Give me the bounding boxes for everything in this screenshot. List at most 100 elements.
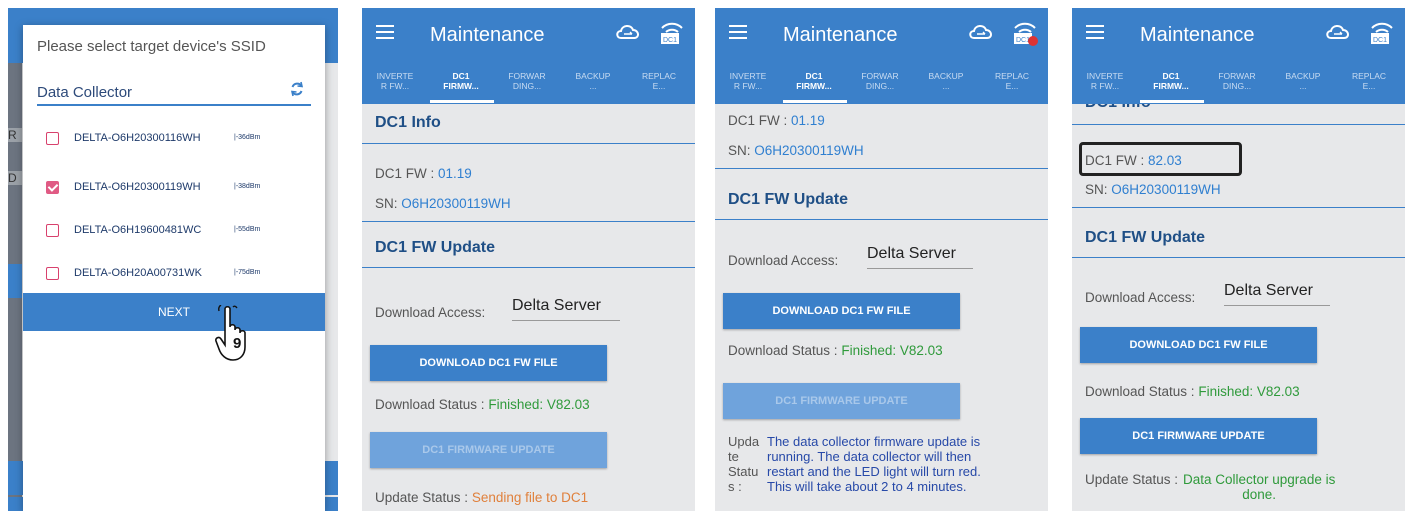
dc1-wifi-error-icon[interactable]: DC1 [1012, 18, 1038, 46]
sn-row: SN: O6H20300119WH [1085, 182, 1221, 197]
tab-dc1-firmware[interactable]: DC1 FIRMW... [1138, 71, 1204, 91]
app-title: Maintenance [783, 24, 898, 46]
tab-dc1-firmware[interactable]: DC1 FIRMW... [428, 71, 494, 91]
cloud-sync-icon[interactable] [1325, 22, 1351, 42]
download-status-label: Download Status : [375, 397, 485, 412]
sn-value: O6H20300119WH [1111, 182, 1221, 197]
ssid-signal: |-75dBm [234, 269, 261, 276]
svg-text:DC1: DC1 [663, 37, 677, 44]
ssid-checkbox[interactable] [46, 132, 59, 145]
menu-icon[interactable] [376, 25, 394, 39]
tab-forwarding[interactable]: FORWAR DING... [1204, 71, 1270, 91]
hand-pointer-icon: 9 [215, 304, 261, 363]
sn-label: SN: [1085, 182, 1108, 197]
active-tab-indicator [1140, 100, 1204, 103]
fw-label: DC1 FW : [375, 166, 435, 181]
fw-label: DC1 FW : [728, 113, 788, 128]
update-status-label: Update Status : [1085, 472, 1179, 487]
update-status-message: The data collector firmware update is ru… [767, 434, 981, 494]
bg-letter: R [8, 128, 22, 142]
tab-backup[interactable]: BACKUP ... [913, 71, 979, 91]
active-tab-indicator [783, 100, 847, 103]
ssid-checkbox[interactable] [46, 181, 59, 194]
active-tab-indicator [430, 100, 494, 103]
update-status-label: Update Status : [375, 490, 469, 505]
tab-inverter-fw[interactable]: INVERTE R FW... [715, 71, 781, 91]
ssid-signal: |-55dBm [234, 226, 261, 233]
download-access-label: Download Access: [1085, 290, 1196, 305]
divider [362, 221, 695, 222]
sn-label: SN: [728, 143, 751, 158]
ssid-filter-input[interactable]: Data Collector [37, 84, 311, 106]
update-status-value: Sending file to DC1 [471, 490, 589, 505]
tab-replace[interactable]: REPLAC E... [1336, 71, 1402, 91]
ssid-checkbox[interactable] [46, 224, 59, 237]
tab-inverter-fw[interactable]: INVERTE R FW... [1072, 71, 1138, 91]
tab-inverter-fw[interactable]: INVERTE R FW... [362, 71, 428, 91]
download-fw-button[interactable]: DOWNLOAD DC1 FW FILE [1080, 327, 1317, 363]
ssid-select-screen: R D Please select target device's SSID D… [8, 8, 338, 511]
fw-value: 01.19 [438, 166, 472, 181]
menu-icon[interactable] [729, 25, 747, 39]
cloud-sync-icon[interactable] [615, 22, 641, 42]
app-bar: Maintenance DC1 [362, 8, 695, 63]
tab-backup[interactable]: BACKUP ... [560, 71, 626, 91]
tab-forwarding[interactable]: FORWAR DING... [847, 71, 913, 91]
update-title: DC1 FW Update [1085, 229, 1205, 246]
download-access-select[interactable]: Delta Server [512, 297, 620, 321]
ssid-name: DELTA-O6H20300116WH [74, 132, 201, 144]
firmware-update-button[interactable]: DC1 FIRMWARE UPDATE [1080, 418, 1317, 454]
update-status-label: Upda te Statu s : [728, 434, 760, 494]
download-fw-button[interactable]: DOWNLOAD DC1 FW FILE [370, 345, 607, 381]
maintenance-screen-sending: Maintenance DC1 INVERTE R FW... DC1 FIRM… [362, 8, 695, 511]
download-status-value: Finished: V82.03 [1198, 384, 1300, 399]
content: DC1 Info DC1 FW : 01.19 SN: O6H20300119W… [362, 104, 695, 511]
update-title: DC1 FW Update [375, 239, 495, 256]
bg-letter: D [8, 171, 22, 185]
firmware-update-button[interactable]: DC1 FIRMWARE UPDATE [723, 383, 960, 419]
sn-value: O6H20300119WH [754, 143, 864, 158]
fw-value: 01.19 [791, 113, 825, 128]
sn-label: SN: [375, 196, 398, 211]
maintenance-screen-running: Maintenance DC1 INVERTE R FW... DC1 FIRM… [715, 8, 1048, 511]
divider [1072, 207, 1405, 208]
update-status-row: Update Status : Sending file to DC1 [375, 490, 588, 505]
fw-row: DC1 FW : 01.19 [728, 113, 825, 128]
cloud-sync-icon[interactable] [968, 22, 994, 42]
info-title: DC1 Info [1085, 104, 1151, 112]
download-access-select[interactable]: Delta Server [867, 245, 973, 269]
download-status-row: Download Status : Finished: V82.03 [375, 397, 590, 412]
fw-label: DC1 FW : [1085, 153, 1145, 168]
dialog-title: Please select target device's SSID [37, 38, 266, 55]
divider [362, 143, 695, 144]
fw-row: DC1 FW : 82.03 [1085, 153, 1182, 168]
download-status-row: Download Status : Finished: V82.03 [1085, 384, 1300, 399]
next-button[interactable]: NEXT [23, 293, 325, 331]
download-fw-button[interactable]: DOWNLOAD DC1 FW FILE [723, 293, 960, 329]
ssid-checkbox[interactable] [46, 267, 59, 280]
menu-icon[interactable] [1086, 25, 1104, 39]
tab-backup[interactable]: BACKUP ... [1270, 71, 1336, 91]
ssid-signal: |-36dBm [234, 134, 261, 141]
app-title: Maintenance [1140, 24, 1255, 46]
download-access-select[interactable]: Delta Server [1224, 282, 1330, 306]
tab-replace[interactable]: REPLAC E... [626, 71, 692, 91]
ssid-dialog: Please select target device's SSID Data … [23, 25, 325, 511]
tab-forwarding[interactable]: FORWAR DING... [494, 71, 560, 91]
tab-bar: INVERTE R FW... DC1 FIRMW... FORWAR DING… [362, 63, 695, 104]
content: DC1 Info DC1 FW : 82.03 SN: O6H20300119W… [1072, 104, 1405, 511]
svg-text:DC1: DC1 [1373, 37, 1387, 44]
download-access-label: Download Access: [728, 253, 839, 268]
firmware-update-button[interactable]: DC1 FIRMWARE UPDATE [370, 432, 607, 468]
tab-dc1-firmware[interactable]: DC1 FIRMW... [781, 71, 847, 91]
refresh-icon[interactable] [289, 81, 305, 97]
info-title: DC1 Info [375, 114, 441, 131]
sn-value: O6H20300119WH [401, 196, 511, 211]
fw-value: 82.03 [1148, 153, 1182, 168]
tab-bar: INVERTE R FW... DC1 FIRMW... FORWAR DING… [715, 63, 1048, 104]
tab-replace[interactable]: REPLAC E... [979, 71, 1045, 91]
dc1-wifi-icon[interactable]: DC1 [659, 18, 685, 46]
ssid-signal: |-38dBm [234, 183, 261, 190]
update-status-value: Data Collector upgrade is done. [1183, 472, 1336, 502]
dc1-wifi-icon[interactable]: DC1 [1369, 18, 1395, 46]
